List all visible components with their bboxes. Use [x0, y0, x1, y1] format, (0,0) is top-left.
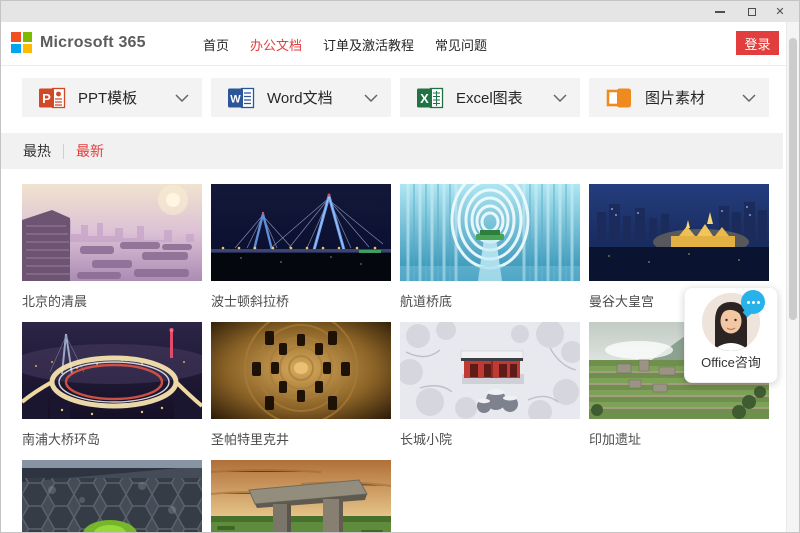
excel-icon: X: [417, 86, 444, 110]
gallery-item: [22, 460, 202, 533]
image-gallery: 北京的清晨: [22, 184, 769, 533]
maximize-button[interactable]: [737, 1, 767, 22]
category-row: P PPT模板 W Word文档 X: [22, 78, 769, 117]
thumbnail-st-patrick-well[interactable]: [211, 322, 391, 419]
thumbnail-giants-causeway[interactable]: [22, 460, 202, 533]
brand-name: Microsoft 365: [40, 34, 146, 52]
nav-item-orders[interactable]: 订单及激活教程: [323, 35, 414, 54]
chat-widget[interactable]: Office咨询: [684, 287, 778, 383]
thumbnail-channel-bridge[interactable]: [400, 184, 580, 281]
category-word[interactable]: W Word文档: [211, 78, 391, 117]
thumbnail-boston-bridge[interactable]: [211, 184, 391, 281]
caption: 印加遗址: [589, 429, 769, 448]
chevron-down-icon: [175, 94, 189, 102]
nav-item-home[interactable]: 首页: [203, 35, 229, 54]
category-ppt[interactable]: P PPT模板: [22, 78, 202, 117]
minimize-button[interactable]: [705, 1, 735, 22]
filter-divider: [63, 144, 64, 159]
category-pictures-label: 图片素材: [645, 87, 742, 108]
title-bar[interactable]: ✕: [1, 1, 799, 22]
gallery-item: 南浦大桥环岛: [22, 322, 202, 460]
chevron-down-icon: [364, 94, 378, 102]
close-icon: ✕: [775, 5, 784, 18]
thumbnail-dolmen[interactable]: [211, 460, 391, 533]
filter-hot[interactable]: 最热: [23, 141, 51, 161]
gallery-item: [211, 460, 391, 533]
category-excel-label: Excel图表: [456, 87, 553, 108]
scrollbar-thumb[interactable]: [789, 38, 797, 320]
caption: 圣帕特里克井: [211, 429, 391, 448]
svg-text:P: P: [42, 91, 51, 106]
picture-icon: [606, 86, 633, 110]
thumbnail-bangkok-palace[interactable]: [589, 184, 769, 281]
brand: Microsoft 365: [11, 32, 146, 53]
chevron-down-icon: [553, 94, 567, 102]
caption: 波士顿斜拉桥: [211, 291, 391, 310]
main-nav: 首页 办公文档 订单及激活教程 常见问题: [203, 22, 487, 66]
chat-bubble-icon: [741, 290, 765, 314]
filter-new[interactable]: 最新: [76, 141, 104, 161]
header: Microsoft 365 首页 办公文档 订单及激活教程 常见问题 登录: [1, 22, 799, 66]
nav-item-faq[interactable]: 常见问题: [435, 35, 487, 54]
nav-item-office-docs[interactable]: 办公文档: [250, 35, 302, 54]
gallery-item: 北京的清晨: [22, 184, 202, 322]
gallery-item: 圣帕特里克井: [211, 322, 391, 460]
thumbnail-beijing-morning[interactable]: [22, 184, 202, 281]
category-excel[interactable]: X Excel图表: [400, 78, 580, 117]
caption: 南浦大桥环岛: [22, 429, 202, 448]
typing-dots-icon: [747, 301, 760, 304]
word-icon: W: [228, 86, 255, 110]
category-word-label: Word文档: [267, 87, 364, 108]
login-button[interactable]: 登录: [736, 31, 779, 55]
caption: 航道桥底: [400, 291, 580, 310]
caption: 北京的清晨: [22, 291, 202, 310]
caption: 长城小院: [400, 429, 580, 448]
filter-band: 最热 最新: [1, 133, 783, 169]
chat-label: Office咨询: [685, 352, 777, 371]
powerpoint-icon: P: [39, 86, 66, 110]
thumbnail-greatwall-courtyard[interactable]: [400, 322, 580, 419]
chevron-down-icon: [742, 94, 756, 102]
microsoft-logo-icon: [11, 32, 32, 53]
gallery-item: 长城小院: [400, 322, 580, 460]
svg-text:W: W: [230, 93, 241, 105]
vertical-scrollbar[interactable]: [786, 22, 799, 533]
minimize-icon: [715, 11, 725, 13]
close-button[interactable]: ✕: [765, 1, 795, 22]
maximize-icon: [748, 8, 756, 16]
app-window: ✕ Microsoft 365 首页 办公文档 订单及激活教程 常见问题 登录 …: [0, 0, 800, 533]
thumbnail-nanpu-spiral[interactable]: [22, 322, 202, 419]
gallery-item: 航道桥底: [400, 184, 580, 322]
svg-text:X: X: [420, 91, 429, 106]
category-pictures[interactable]: 图片素材: [589, 78, 769, 117]
gallery-item: 波士顿斜拉桥: [211, 184, 391, 322]
category-ppt-label: PPT模板: [78, 87, 175, 108]
